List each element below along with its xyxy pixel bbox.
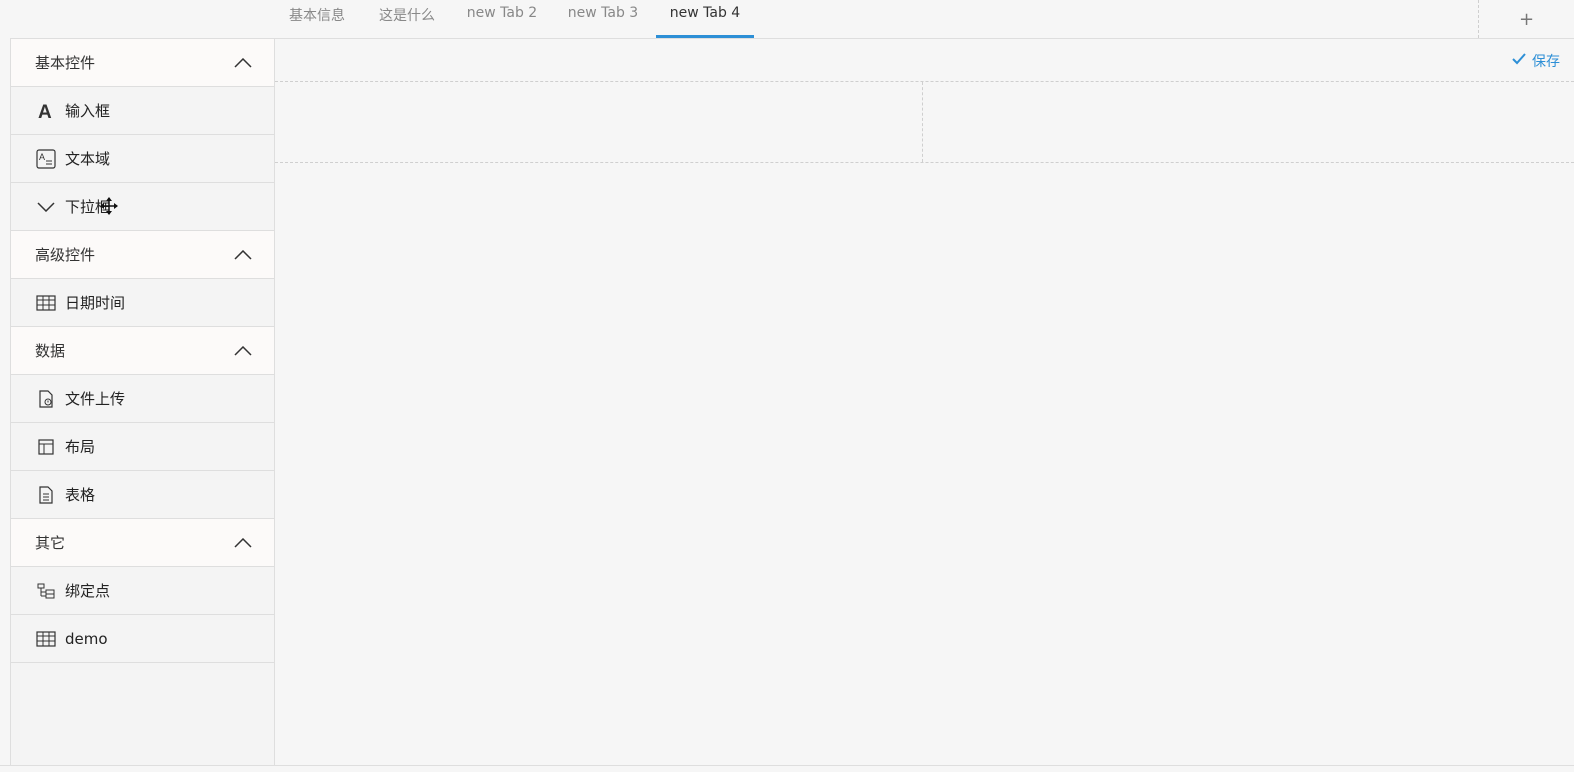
chevron-up-icon [234, 342, 252, 360]
sidebar-item-textarea[interactable]: A 文本域 [11, 135, 274, 183]
sidebar-item-label: 文本域 [65, 150, 111, 168]
add-tab-button[interactable]: + [1478, 0, 1574, 38]
textarea-icon: A [35, 148, 57, 170]
design-canvas[interactable]: 保存 [275, 38, 1574, 766]
tab-label: 基本信息 [289, 8, 345, 24]
sidebar-item-label: 绑定点 [65, 582, 111, 600]
plus-icon: + [1518, 8, 1535, 30]
svg-text:A: A [38, 102, 52, 120]
group-title: 数据 [35, 342, 66, 360]
sidebar-item-layout[interactable]: 布局 [11, 423, 274, 471]
sidebar-item-binding-point[interactable]: 绑定点 [11, 567, 274, 615]
tab-bar: 基本信息 这是什么 new Tab 2 new Tab 3 new Tab 4 … [0, 0, 1574, 39]
sidebar-item-label: 文件上传 [65, 390, 126, 408]
tab-new-tab-4[interactable]: new Tab 4 [656, 0, 754, 38]
sidebar-item-label: 日期时间 [65, 294, 126, 312]
letter-a-icon: A [35, 100, 57, 122]
group-header-basic-controls[interactable]: 基本控件 [11, 39, 274, 87]
group-title: 高级控件 [35, 246, 96, 264]
layout-row[interactable] [275, 81, 1574, 163]
tab-label: 这是什么 [379, 8, 435, 24]
sidebar-item-datetime[interactable]: 日期时间 [11, 279, 274, 327]
file-upload-icon [35, 388, 57, 410]
group-header-other[interactable]: 其它 [11, 519, 274, 567]
sidebar-item-demo[interactable]: demo [11, 615, 274, 663]
tab-label: new Tab 2 [466, 5, 538, 21]
svg-text:A: A [39, 152, 45, 162]
check-icon [1512, 53, 1526, 69]
binding-icon [35, 580, 57, 602]
tab-new-tab-2[interactable]: new Tab 2 [459, 0, 545, 38]
chevron-up-icon [234, 534, 252, 552]
sidebar-item-label: 布局 [65, 438, 96, 456]
chevron-up-icon [234, 54, 252, 72]
sidebar-item-label: demo [65, 629, 108, 648]
sidebar-item-file-upload[interactable]: 文件上传 [11, 375, 274, 423]
tab-new-tab-3[interactable]: new Tab 3 [560, 0, 646, 38]
sidebar-item-label: 表格 [65, 486, 96, 504]
save-button[interactable]: 保存 [1512, 51, 1560, 71]
sidebar-item-form[interactable]: 表格 [11, 471, 274, 519]
group-header-data[interactable]: 数据 [11, 327, 274, 375]
move-cursor-icon [100, 197, 118, 215]
tab-what-is-this[interactable]: 这是什么 [370, 0, 444, 38]
save-label: 保存 [1532, 54, 1560, 70]
chevron-down-icon [35, 196, 57, 218]
sidebar-item-label: 输入框 [65, 102, 111, 120]
component-sidebar: 基本控件 A 输入框 A 文本域 下拉框 高级控件 日期时间 数据 文件上传 布… [10, 38, 275, 766]
sidebar-item-dropdown[interactable]: 下拉框 [11, 183, 274, 231]
group-title: 其它 [35, 534, 66, 552]
group-title: 基本控件 [35, 54, 96, 72]
document-icon [35, 484, 57, 506]
layout-column-right[interactable] [923, 82, 1574, 162]
tab-basic-info[interactable]: 基本信息 [280, 0, 354, 38]
layout-column-left[interactable] [275, 82, 923, 162]
tab-label: new Tab 4 [669, 5, 741, 21]
bottom-border [0, 765, 1574, 766]
chevron-up-icon [234, 246, 252, 264]
tab-label: new Tab 3 [567, 5, 639, 21]
layout-icon [35, 436, 57, 458]
calendar-icon [35, 292, 57, 314]
group-header-advanced-controls[interactable]: 高级控件 [11, 231, 274, 279]
sidebar-item-input[interactable]: A 输入框 [11, 87, 274, 135]
table-icon [35, 628, 57, 650]
